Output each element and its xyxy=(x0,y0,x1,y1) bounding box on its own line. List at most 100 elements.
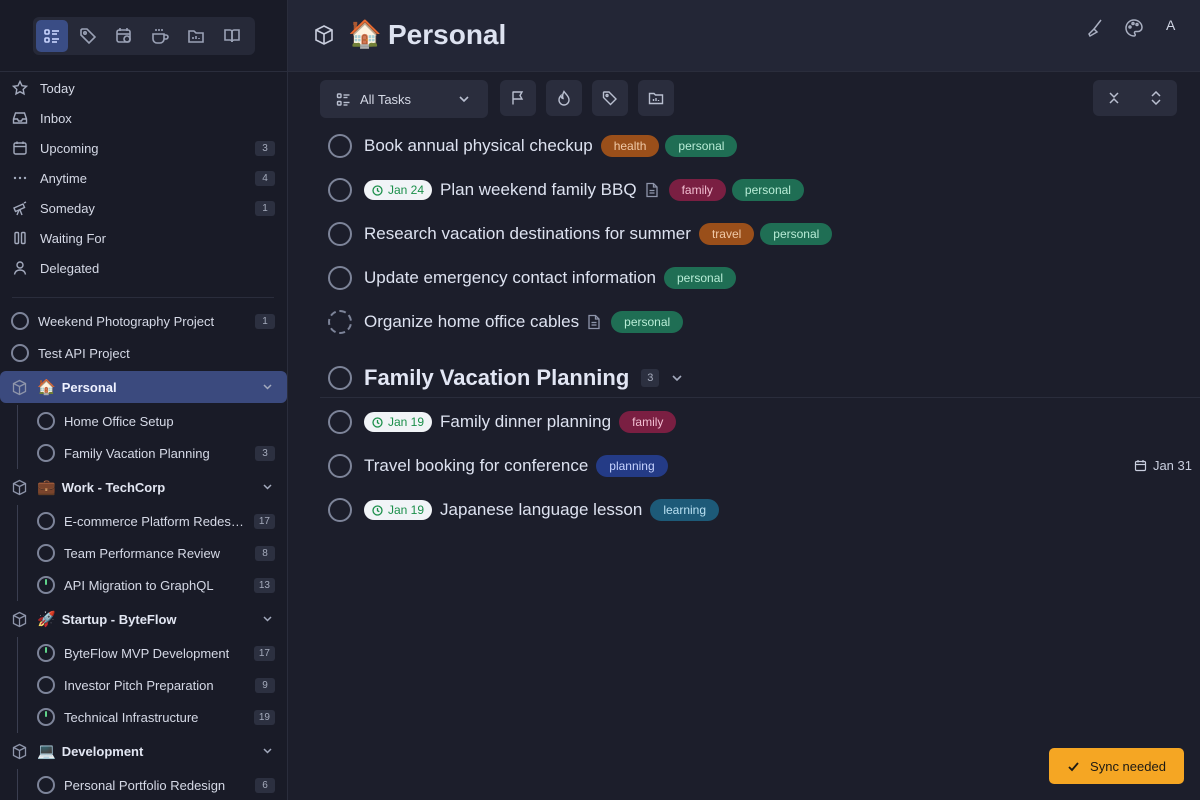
page-title: Personal xyxy=(388,19,507,50)
project-section-header[interactable]: Family Vacation Planning 3 xyxy=(320,358,1200,398)
task-row[interactable]: Book annual physical checkup health pers… xyxy=(320,124,1200,168)
tag-badge[interactable]: personal xyxy=(664,267,737,289)
project-technical-infrastructure[interactable]: Technical Infrastructure 19 xyxy=(0,701,287,733)
date-badge-label: Jan 24 xyxy=(388,183,425,197)
tag-filter-button[interactable] xyxy=(592,80,628,116)
nav-someday[interactable]: Someday 1 xyxy=(0,193,287,223)
task-checkbox[interactable] xyxy=(328,178,352,202)
nav-inbox[interactable]: Inbox xyxy=(0,103,287,133)
task-checkbox[interactable] xyxy=(328,310,352,334)
priority-filter-button[interactable] xyxy=(500,80,536,116)
task-row[interactable]: Jan 19 Family dinner planning family xyxy=(320,400,1200,444)
project-test-api[interactable]: Test API Project xyxy=(0,337,287,369)
tag-icon xyxy=(602,91,617,106)
task-checkbox[interactable] xyxy=(328,410,352,434)
nav-upcoming[interactable]: Upcoming 3 xyxy=(0,133,287,163)
project-label: Team Performance Review xyxy=(64,545,221,561)
collapse-all-button[interactable] xyxy=(1093,80,1135,116)
date-badge[interactable]: Jan 19 xyxy=(364,412,433,432)
project-checkbox[interactable] xyxy=(328,365,352,390)
project-investor-pitch[interactable]: Investor Pitch Preparation 9 xyxy=(0,669,287,701)
task-checkbox[interactable] xyxy=(328,498,352,522)
project-progress-icon xyxy=(37,708,55,726)
theme-button[interactable] xyxy=(1124,18,1144,38)
nav-waiting-for[interactable]: Waiting For xyxy=(0,223,287,253)
task-row[interactable]: Jan 19 Japanese language lesson learning xyxy=(320,488,1200,532)
project-progress-icon xyxy=(11,312,29,330)
project-family-vacation-planning[interactable]: Family Vacation Planning 3 xyxy=(0,437,287,469)
view-filter-select[interactable]: All Tasks xyxy=(320,80,488,118)
project-count: 17 xyxy=(253,646,275,661)
project-team-performance-review[interactable]: Team Performance Review 8 xyxy=(0,537,287,569)
note-icon xyxy=(645,182,659,198)
docs-view-button[interactable] xyxy=(216,20,248,52)
date-badge[interactable]: Jan 19 xyxy=(364,500,433,520)
break-view-button[interactable] xyxy=(144,20,176,52)
due-date[interactable]: Jan 31 xyxy=(1134,458,1192,473)
tag-badge[interactable]: health xyxy=(600,135,660,157)
area-emoji: 🚀 xyxy=(37,611,56,628)
task-row[interactable]: Research vacation destinations for summe… xyxy=(320,212,1200,256)
list-icon xyxy=(336,92,351,107)
task-row[interactable]: Update emergency contact information per… xyxy=(320,256,1200,300)
tags-view-button[interactable] xyxy=(72,20,104,52)
area-personal[interactable]: 🏠 Personal xyxy=(0,371,287,403)
calendar-view-button[interactable] xyxy=(108,20,140,52)
chevron-down-icon[interactable] xyxy=(262,381,273,392)
tag-badge[interactable]: planning xyxy=(596,455,668,477)
task-checkbox[interactable] xyxy=(328,266,352,290)
reports-view-button[interactable] xyxy=(180,20,212,52)
section-count: 3 xyxy=(641,368,660,387)
chevron-down-icon[interactable] xyxy=(262,745,273,756)
tag-badge[interactable]: personal xyxy=(665,135,738,157)
project-ecommerce-platform[interactable]: E-commerce Platform Redesign 17 xyxy=(0,505,287,537)
tag-badge[interactable]: family xyxy=(668,179,726,201)
tag-badge[interactable]: travel xyxy=(698,223,755,245)
note-icon xyxy=(587,314,601,330)
tag-icon xyxy=(80,28,97,45)
task-row[interactable]: Jan 24 Plan weekend family BBQ family pe… xyxy=(320,168,1200,212)
project-api-migration[interactable]: API Migration to GraphQL 13 xyxy=(0,569,287,601)
task-row[interactable]: Travel booking for conference planning J… xyxy=(320,444,1200,488)
area-emoji: 💻 xyxy=(37,743,56,760)
tag-badge[interactable]: family xyxy=(619,411,677,433)
project-home-office-setup[interactable]: Home Office Setup xyxy=(0,405,287,437)
list-view-button[interactable] xyxy=(36,20,68,52)
chevron-down-icon[interactable] xyxy=(671,372,683,384)
project-filter-button[interactable] xyxy=(638,80,674,116)
area-startup-byteflow[interactable]: 🚀 Startup - ByteFlow xyxy=(0,603,287,635)
avatar[interactable]: A xyxy=(1166,17,1175,33)
tag-badge[interactable]: personal xyxy=(611,311,684,333)
clean-up-button[interactable] xyxy=(1085,18,1105,38)
tag-badge[interactable]: personal xyxy=(760,223,833,245)
task-checkbox[interactable] xyxy=(328,454,352,478)
nav-delegated[interactable]: Delegated xyxy=(0,253,287,283)
project-byteflow-mvp[interactable]: ByteFlow MVP Development 17 xyxy=(0,637,287,669)
task-row[interactable]: Organize home office cables personal xyxy=(320,300,1200,344)
task-checkbox[interactable] xyxy=(328,222,352,246)
chevron-down-icon[interactable] xyxy=(262,481,273,492)
area-work-techcorp[interactable]: 💼 Work - TechCorp xyxy=(0,471,287,503)
project-label: E-commerce Platform Redesign xyxy=(64,513,244,529)
nav-anytime[interactable]: Anytime 4 xyxy=(0,163,287,193)
chevron-down-icon[interactable] xyxy=(262,613,273,624)
palette-icon xyxy=(1125,19,1143,37)
project-count: 3 xyxy=(255,446,275,461)
area-development[interactable]: 💻 Development xyxy=(0,735,287,767)
area-label: Development xyxy=(61,743,144,759)
project-label: Test API Project xyxy=(38,345,130,361)
calendar-icon xyxy=(1134,460,1147,472)
project-personal-portfolio[interactable]: Personal Portfolio Redesign 6 xyxy=(0,769,287,800)
task-checkbox[interactable] xyxy=(328,134,352,158)
sync-needed-button[interactable]: Sync needed xyxy=(1049,748,1184,784)
clock-icon xyxy=(372,416,383,428)
tag-badge[interactable]: personal xyxy=(731,179,804,201)
tag-badge[interactable]: learning xyxy=(650,499,720,521)
nav-today[interactable]: Today xyxy=(0,73,287,103)
energy-filter-button[interactable] xyxy=(546,80,582,116)
project-weekend-photography[interactable]: Weekend Photography Project 1 xyxy=(0,305,287,337)
inbox-icon xyxy=(12,110,28,126)
date-badge[interactable]: Jan 24 xyxy=(364,180,433,200)
expand-all-button[interactable] xyxy=(1135,80,1177,116)
calendar-clock-icon xyxy=(116,28,131,43)
